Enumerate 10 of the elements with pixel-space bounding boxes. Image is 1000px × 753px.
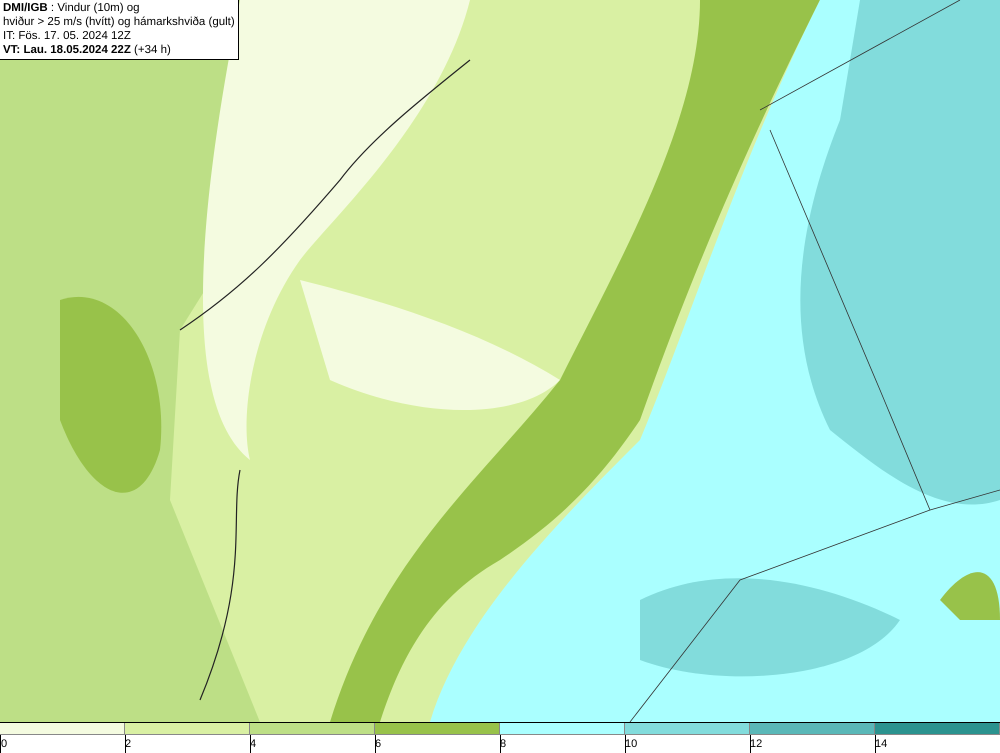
legend-tick-label: 2 (125, 738, 132, 750)
legend-tick-label: 10 (625, 738, 638, 750)
legend-tick-label: 12 (750, 738, 762, 750)
legend-tick-label: 0 (1, 738, 8, 750)
caption-line: VT: Lau. 18.05.2024 22Z (+34 h) (3, 43, 172, 57)
caption-line: hviður > 25 m/s (hvítt) og hámarkshviða (gult) (3, 15, 235, 29)
caption-line: DMI/IGB : Vindur (10m) og (3, 1, 141, 15)
legend-tick-label: 14 (875, 738, 888, 750)
legend-tick-label: 4 (250, 738, 256, 750)
caption-line: IT: Fös. 17. 05. 2024 12Z (3, 29, 132, 43)
